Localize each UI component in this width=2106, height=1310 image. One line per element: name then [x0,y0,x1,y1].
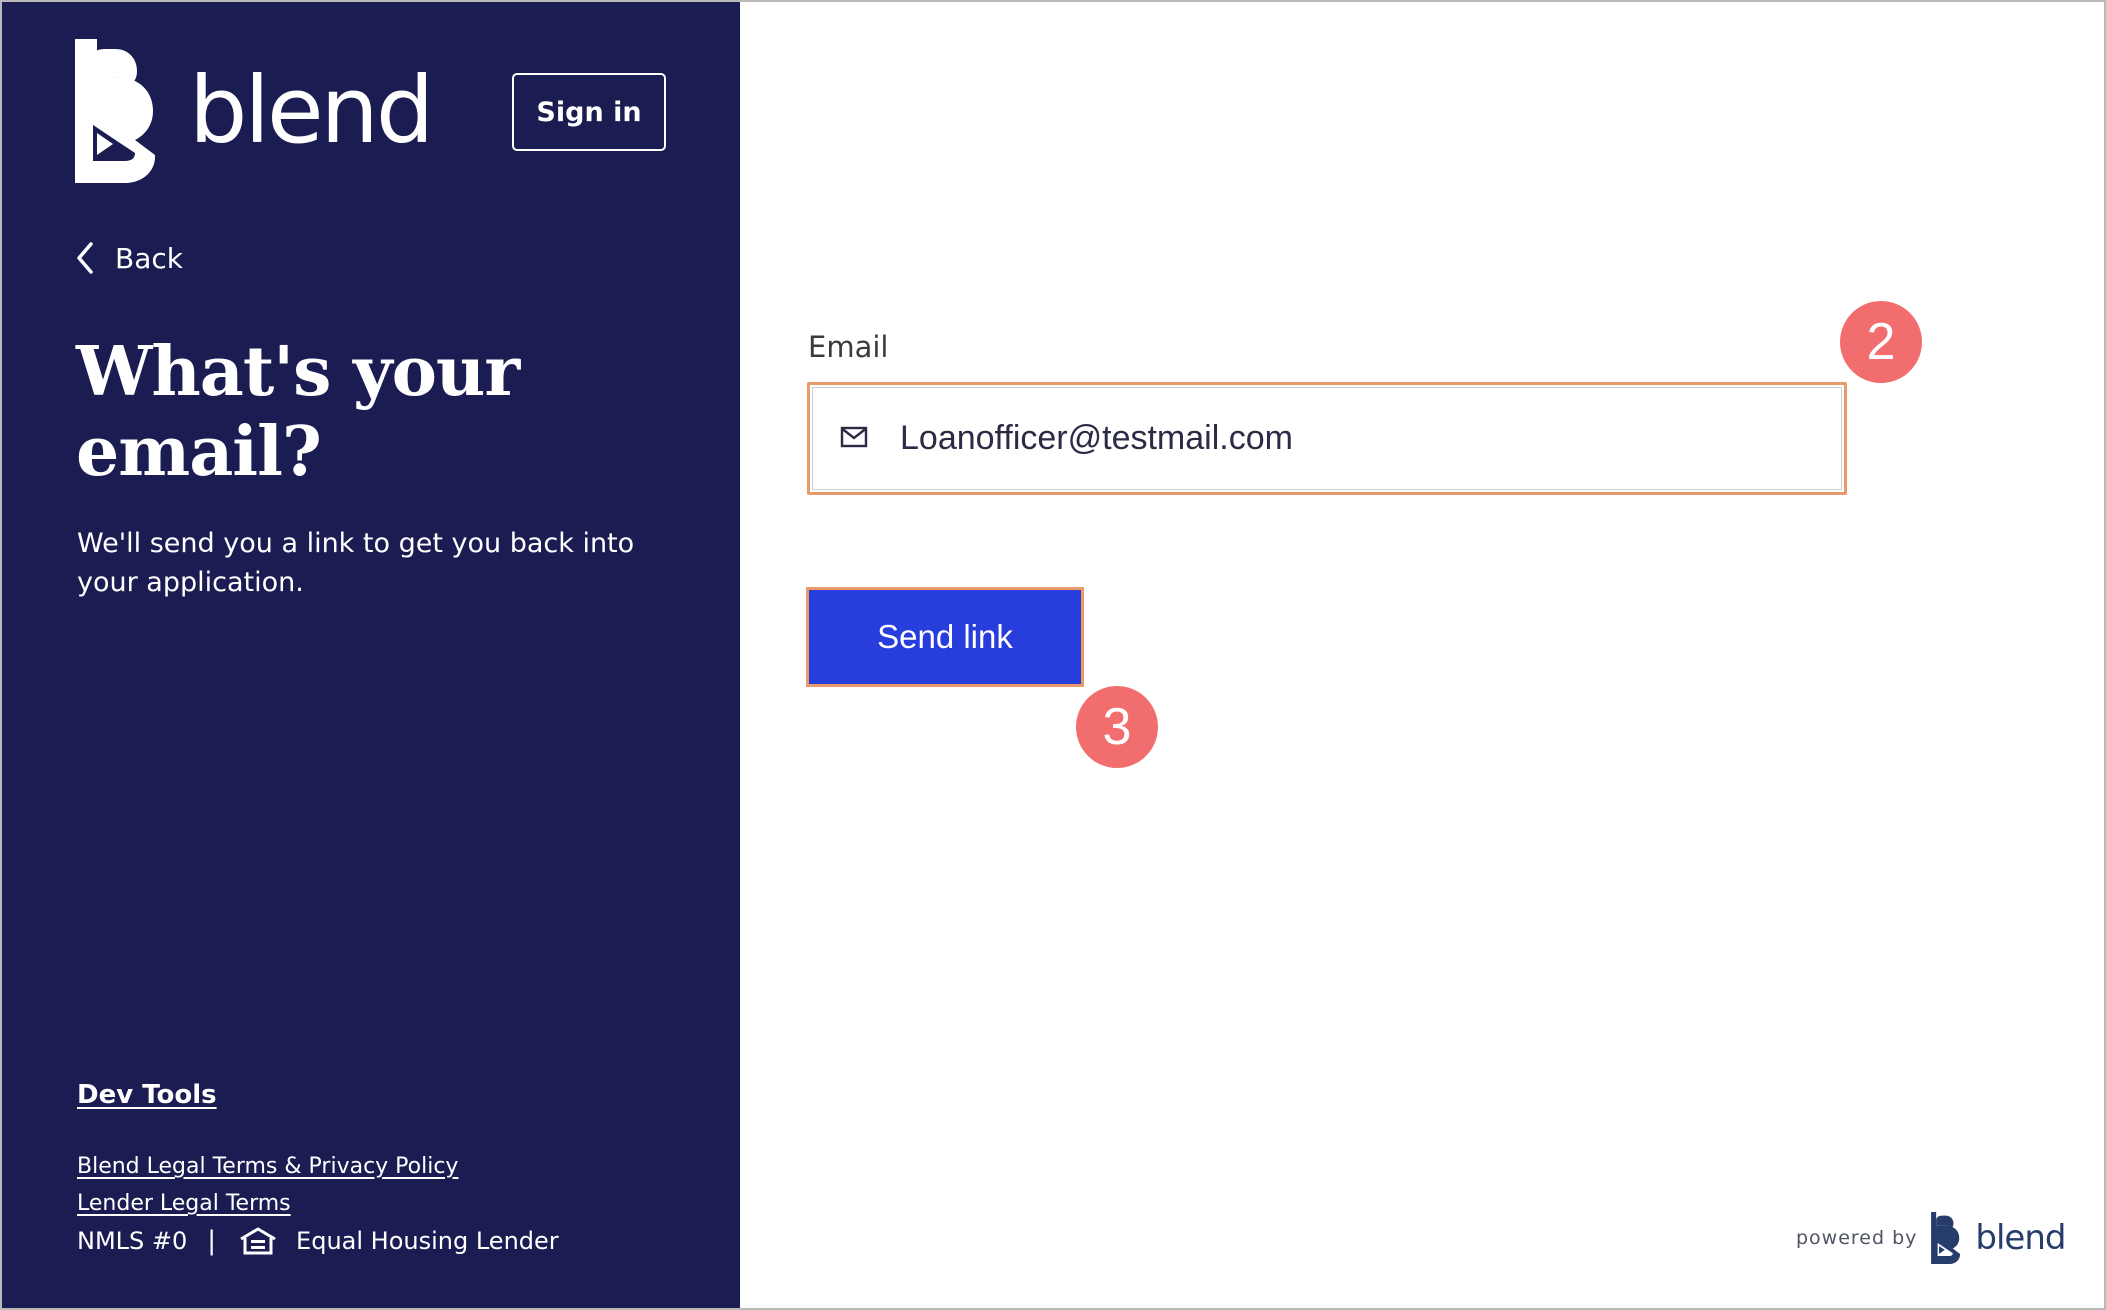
sign-in-button[interactable]: Sign in [512,73,666,151]
email-field[interactable] [807,382,1847,495]
step-badge-3: 3 [1076,686,1158,768]
blend-legal-link[interactable]: Blend Legal Terms & Privacy Policy [77,1154,458,1179]
brand-logo[interactable]: blend [75,39,434,183]
brand-wordmark: blend [189,57,434,164]
email-input[interactable] [900,411,1800,465]
blend-b-small-icon [1931,1212,1963,1264]
back-label: Back [115,241,183,275]
separator: | [207,1226,217,1256]
email-label: Email [808,330,889,364]
chevron-left-icon [75,241,95,275]
mail-icon [840,425,868,449]
app-frame: blend Sign in Back What's your email? We… [0,0,2106,1310]
equal-housing-label: Equal Housing Lender [296,1227,559,1255]
page-title: What's your email? [76,332,520,492]
powered-by-blend: powered by blend [1796,1210,2066,1266]
blend-b-logo-icon [75,39,163,183]
step-badge-2: 2 [1840,301,1922,383]
compliance-row: NMLS #0 | Equal Housing Lender [77,1224,559,1258]
dev-tools-link[interactable]: Dev Tools [77,1080,217,1110]
page-subtitle: We'll send you a link to get you back in… [77,528,635,598]
send-link-button[interactable]: Send link [806,587,1084,687]
left-panel: blend Sign in Back What's your email? We… [2,2,740,1308]
powered-by-label: powered by [1796,1227,1918,1249]
nmls-label: NMLS #0 [77,1227,188,1255]
lender-legal-link[interactable]: Lender Legal Terms [77,1191,291,1216]
equal-housing-icon [238,1227,278,1255]
back-link[interactable]: Back [75,236,183,280]
powered-by-brand: blend [1975,1218,2066,1258]
